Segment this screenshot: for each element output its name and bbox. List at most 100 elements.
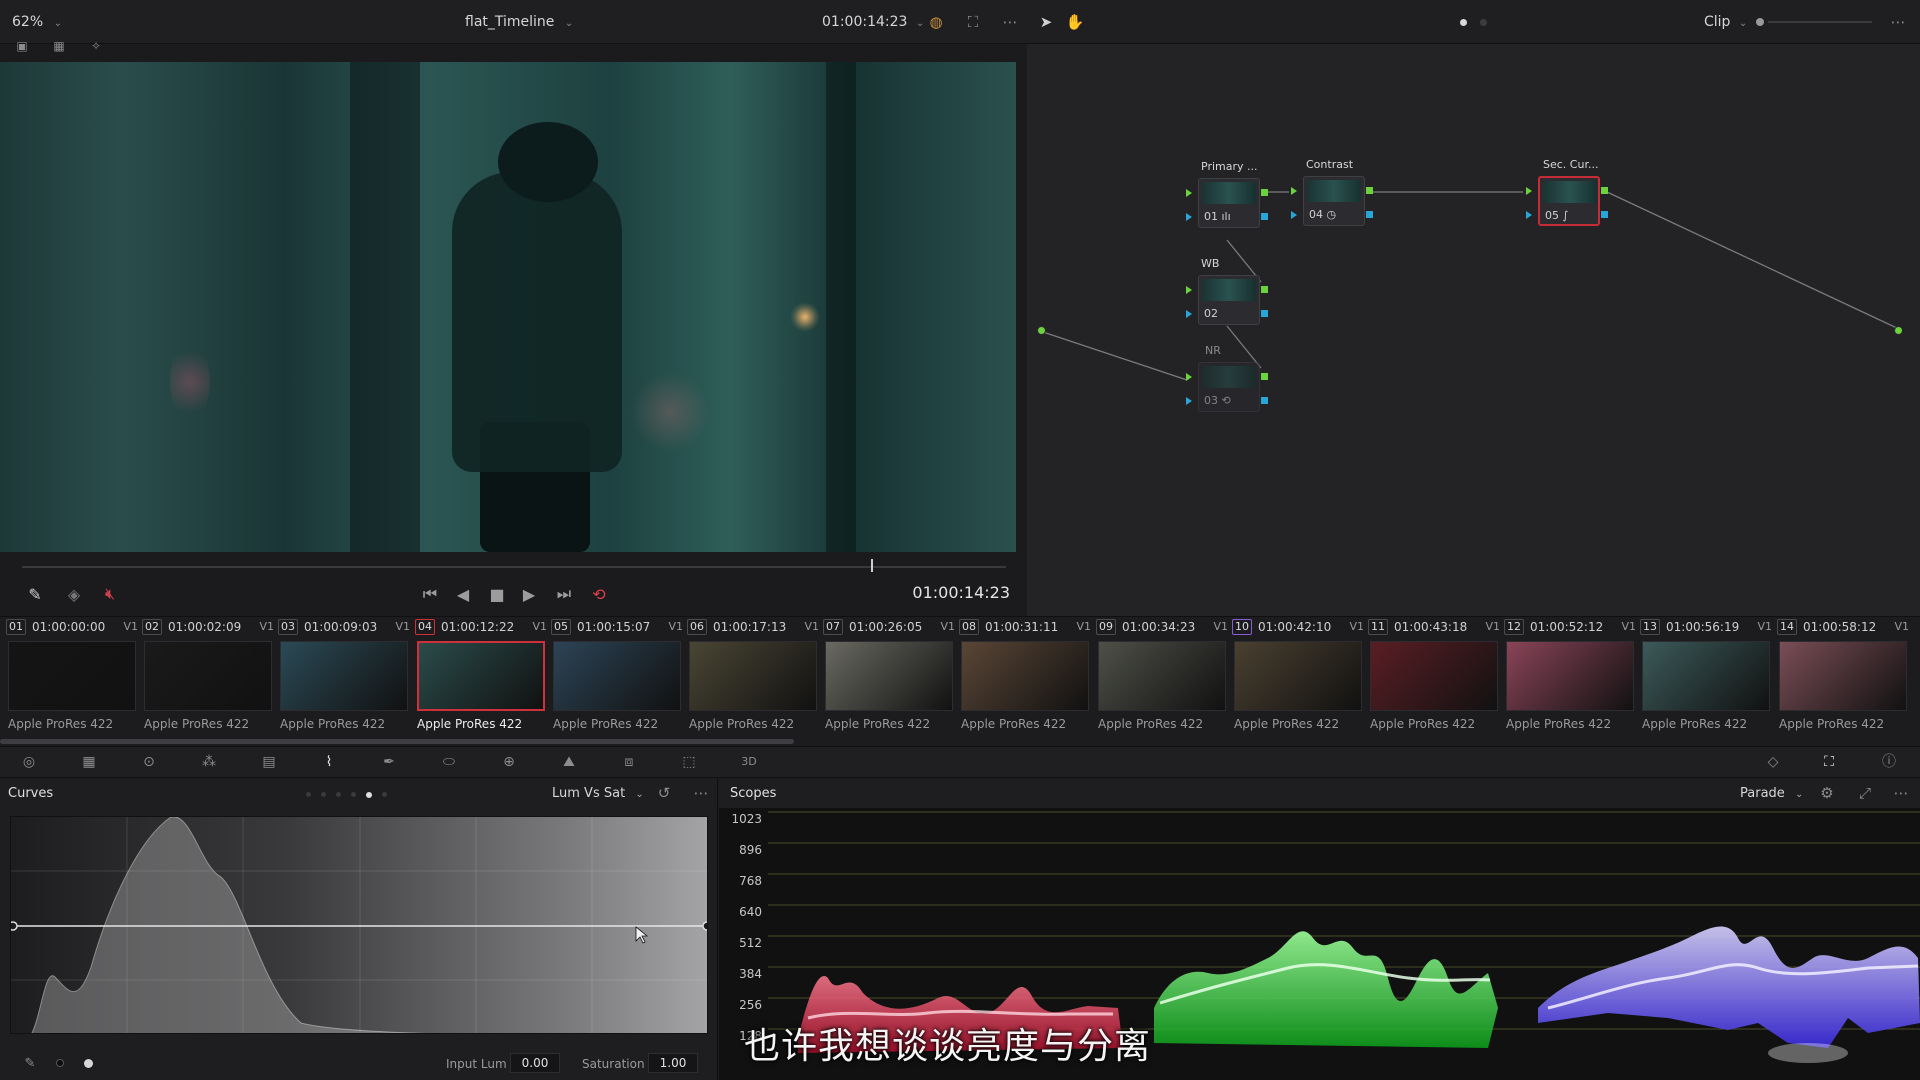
clip-thumbnail[interactable] [8,641,136,711]
clip-thumbnail[interactable] [280,641,408,711]
color-wheel-icon[interactable]: ◍ [925,12,947,32]
input-lum-field[interactable]: 0.00 [510,1053,560,1073]
fullscreen-icon[interactable]: ⛶ [962,12,984,32]
node-key-input-port[interactable] [1526,211,1532,219]
node-input-port[interactable] [1526,187,1532,195]
clip-item[interactable]: 08 01:00:31:11 V1 Apple ProRes 422 [957,617,1093,737]
node-output-port[interactable] [1261,373,1268,380]
clip-thumbnail[interactable] [689,641,817,711]
input-node-port[interactable] [1037,326,1046,335]
split-view-icon[interactable]: ▦ [48,38,70,54]
node-input-port[interactable] [1186,373,1192,381]
window-icon[interactable]: ⬭ [438,752,460,772]
more-options-icon[interactable]: ⋯ [1886,12,1910,32]
black-point-swatch[interactable] [56,1059,64,1067]
node-key-input-port[interactable] [1186,310,1192,318]
node-output-port[interactable] [1601,187,1608,194]
color-wheels-icon[interactable]: ⊙ [138,752,160,772]
node-key-input-port[interactable] [1186,213,1192,221]
clip-strip-scrollbar[interactable] [0,739,794,744]
curve-graph[interactable] [10,816,708,1034]
curves-icon[interactable]: ⌇ [318,752,340,772]
clip-thumbnail[interactable] [1779,641,1907,711]
clip-thumbnail[interactable] [1098,641,1226,711]
camera-raw-icon[interactable]: ◎ [18,752,40,772]
node-contrast[interactable]: 04 ◷ [1303,176,1365,226]
info-icon[interactable]: ⓘ [1878,752,1900,772]
clip-thumbnail[interactable] [553,641,681,711]
blur-icon[interactable]: ⛰ [558,752,580,772]
clip-item[interactable]: 03 01:00:09:03 V1 Apple ProRes 422 [276,617,412,737]
picker-tool-icon[interactable]: ✎ [20,584,50,604]
timecode-dropdown[interactable]: 01:00:14:23 ⌄ [822,14,924,30]
scope-settings-icon[interactable]: ⚙ [1816,784,1838,802]
node-nr[interactable]: 03 ⟲ [1198,362,1260,412]
page-dot-active[interactable] [1460,19,1467,26]
picker-icon[interactable]: ✎ [20,1054,40,1072]
node-wb[interactable]: 02 [1198,275,1260,325]
pointer-tool-icon[interactable]: ➤ [1036,12,1056,32]
clip-item[interactable]: 13 01:00:56:19 V1 Apple ProRes 422 [1638,617,1774,737]
clip-thumbnail[interactable] [1234,641,1362,711]
video-viewer[interactable] [0,62,1016,552]
magic-wand-icon[interactable]: ✧ [86,38,106,54]
stereo-3d-icon[interactable]: 3D [738,752,760,772]
sizing-icon[interactable]: ⬚ [678,752,700,772]
clip-item[interactable]: 06 01:00:17:13 V1 Apple ProRes 422 [685,617,821,737]
timeline-dropdown[interactable]: flat_Timeline ⌄ [465,14,573,30]
clip-thumbnail[interactable] [1506,641,1634,711]
curve-mode-dropdown[interactable]: Lum Vs Sat ⌄ [552,786,644,801]
clip-thumbnail[interactable] [825,641,953,711]
rgb-mixer-icon[interactable]: ⁂ [198,752,220,772]
clip-item[interactable]: 05 01:00:15:07 V1 Apple ProRes 422 [549,617,685,737]
play-reverse-icon[interactable]: ◀ [452,584,474,604]
clip-item[interactable]: 12 01:00:52:12 V1 Apple ProRes 422 [1502,617,1638,737]
node-output-port[interactable] [1261,286,1268,293]
key-slider-track[interactable] [1768,21,1872,23]
node-key-output-port[interactable] [1601,211,1608,218]
more-options-icon[interactable]: ⋯ [1890,784,1912,802]
clip-mode-dropdown[interactable]: Clip ⌄ [1704,14,1747,30]
clip-item[interactable]: 09 01:00:34:23 V1 Apple ProRes 422 [1094,617,1230,737]
skip-to-end-icon[interactable]: ⏭︎ [552,584,576,604]
clip-item[interactable]: 14 01:00:58:12 V1 Apple ProRes 422 [1775,617,1911,737]
color-match-icon[interactable]: ▦ [78,752,100,772]
viewer-scrubber[interactable] [22,566,1006,568]
clip-item[interactable]: 04 01:00:12:22 V1 Apple ProRes 422 [413,617,549,737]
saturation-field[interactable]: 1.00 [648,1053,698,1073]
node-key-output-port[interactable] [1366,211,1373,218]
mute-icon[interactable]: 🔇︎ [98,584,122,604]
node-key-output-port[interactable] [1261,397,1268,404]
node-output-port[interactable] [1366,187,1373,194]
scope-type-dropdown[interactable]: Parade ⌄ [1740,786,1803,801]
node-key-input-port[interactable] [1291,211,1297,219]
clip-thumbnail[interactable] [1370,641,1498,711]
output-node-port[interactable] [1894,326,1903,335]
node-key-input-port[interactable] [1186,397,1192,405]
node-editor[interactable]: Primary ... 01 ılı Contrast 04 ◷ Sec. Cu… [1027,44,1920,616]
more-options-icon[interactable]: ⋯ [998,12,1022,32]
single-view-icon[interactable]: ▣ [12,38,32,54]
more-options-icon[interactable]: ⋯ [690,784,712,802]
clip-item[interactable]: 10 01:00:42:10 V1 Apple ProRes 422 [1230,617,1366,737]
node-sec-curves[interactable]: 05 ∫ [1538,176,1600,226]
node-input-port[interactable] [1186,286,1192,294]
zoom-dropdown[interactable]: 62% ⌄ [12,14,62,30]
key-slider-handle[interactable] [1756,18,1764,26]
node-key-output-port[interactable] [1261,213,1268,220]
clip-thumbnail[interactable] [1642,641,1770,711]
clip-thumbnail[interactable] [144,641,272,711]
hand-tool-icon[interactable]: ✋ [1064,12,1086,32]
clip-item[interactable]: 11 01:00:43:18 V1 Apple ProRes 422 [1366,617,1502,737]
scopes-icon[interactable]: ⛶ [1818,752,1840,772]
loop-icon[interactable]: ⟲ [586,584,612,604]
layers-icon[interactable]: ◈ [62,584,86,604]
motion-effects-icon[interactable]: ▤ [258,752,280,772]
node-input-port[interactable] [1186,189,1192,197]
stop-icon[interactable]: ■ [486,584,508,604]
node-primary[interactable]: 01 ılı [1198,178,1260,228]
tracker-icon[interactable]: ⊕ [498,752,520,772]
keyframes-icon[interactable]: ◇ [1762,752,1784,772]
clip-item[interactable]: 02 01:00:02:09 V1 Apple ProRes 422 [140,617,276,737]
play-icon[interactable]: ▶ [518,584,540,604]
